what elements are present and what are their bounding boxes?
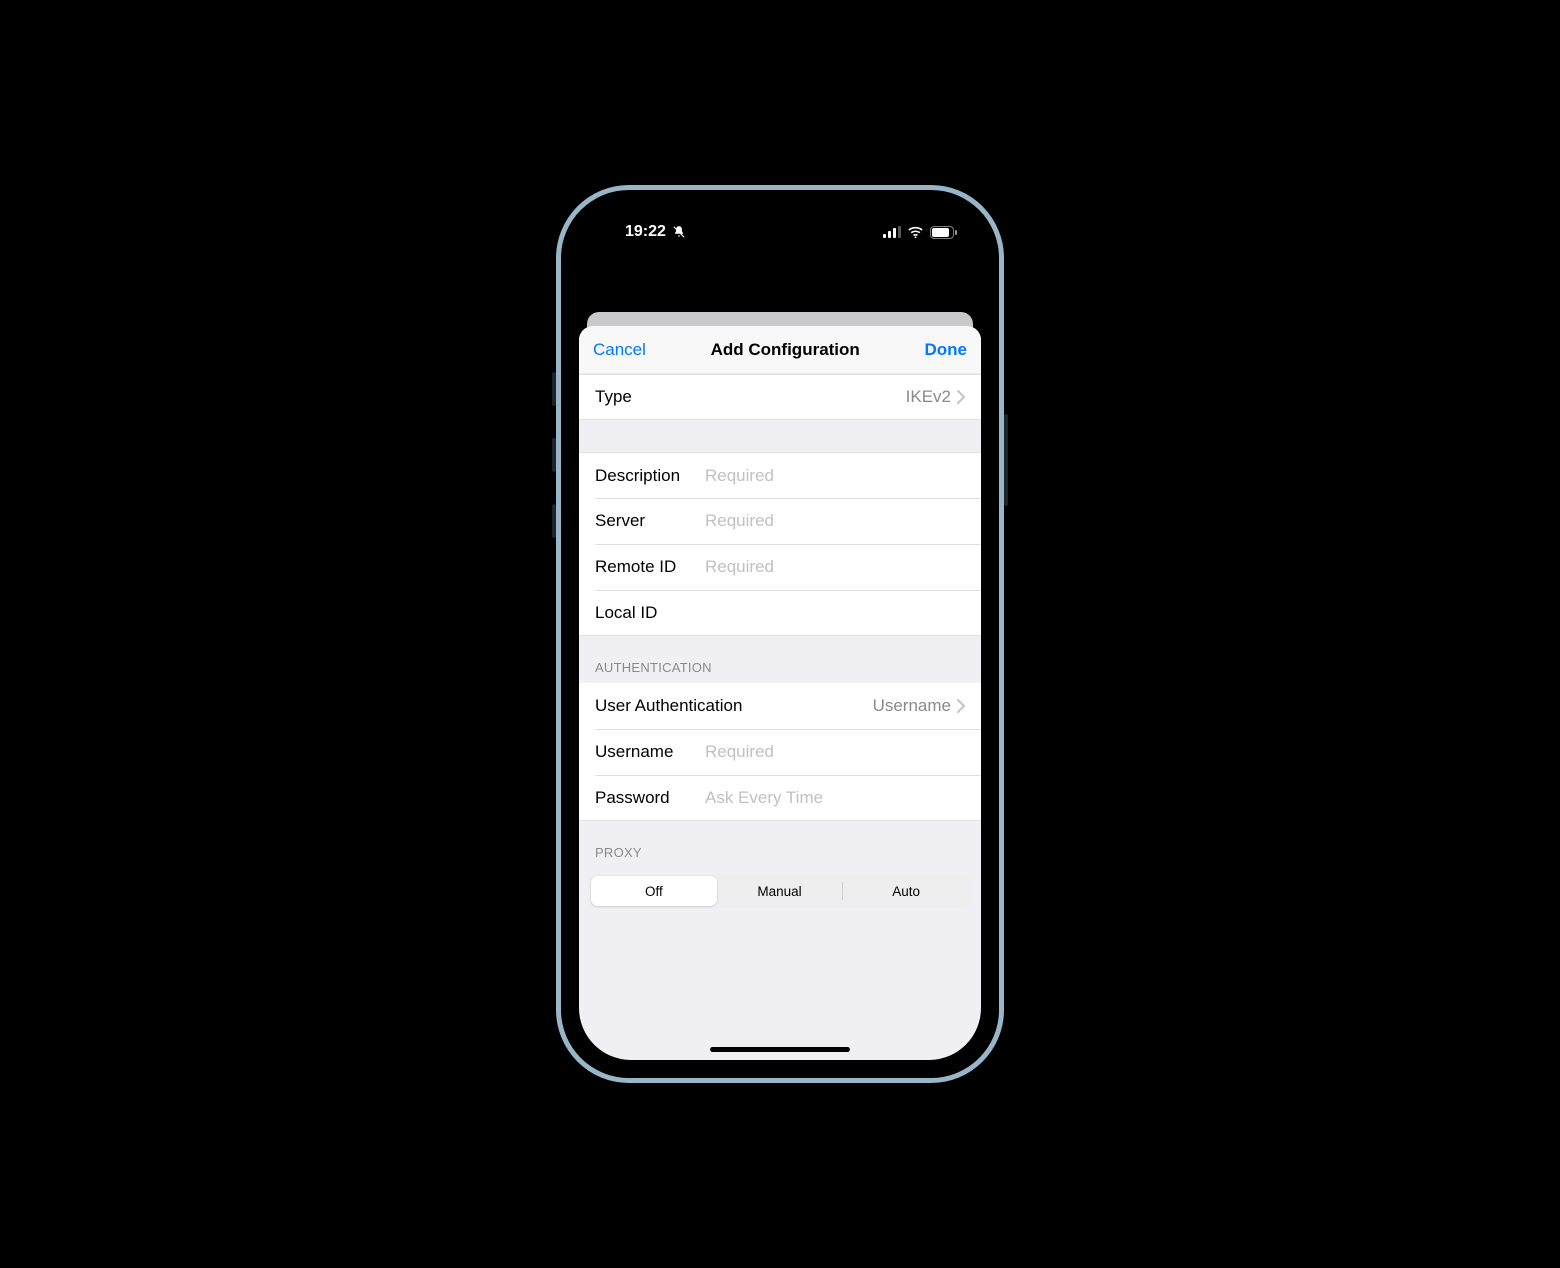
local-id-label: Local ID xyxy=(595,603,697,623)
group-proxy: Proxy Off Manual Auto xyxy=(579,821,981,908)
row-user-authentication[interactable]: User Authentication Username xyxy=(579,683,981,729)
form-table: Type IKEv2 Description xyxy=(579,374,981,908)
row-remote-id[interactable]: Remote ID xyxy=(579,544,981,590)
username-input[interactable] xyxy=(705,742,965,762)
battery-icon xyxy=(930,226,957,239)
type-label: Type xyxy=(595,387,632,407)
auth-header: Authentication xyxy=(579,636,981,683)
proxy-seg-manual[interactable]: Manual xyxy=(717,876,843,906)
username-label: Username xyxy=(595,742,697,762)
password-input[interactable] xyxy=(705,788,965,808)
row-username[interactable]: Username xyxy=(579,729,981,775)
description-input[interactable] xyxy=(705,466,965,486)
modal-sheet: Cancel Add Configuration Done Type IKEv2 xyxy=(579,326,981,1060)
page-title: Add Configuration xyxy=(711,340,860,360)
chevron-right-icon xyxy=(957,390,965,404)
remote-id-input[interactable] xyxy=(705,557,965,577)
proxy-seg-off[interactable]: Off xyxy=(591,876,717,906)
row-type[interactable]: Type IKEv2 xyxy=(579,374,981,420)
row-local-id[interactable]: Local ID xyxy=(579,590,981,636)
done-button[interactable]: Done xyxy=(925,340,968,360)
chevron-right-icon xyxy=(957,699,965,713)
phone-frame: 19:22 xyxy=(565,194,995,1074)
description-label: Description xyxy=(595,466,697,486)
remote-id-label: Remote ID xyxy=(595,557,697,577)
group-authentication: Authentication User Authentication Usern… xyxy=(579,636,981,821)
type-value: IKEv2 xyxy=(906,387,951,407)
local-id-input[interactable] xyxy=(705,603,965,623)
nav-bar: Cancel Add Configuration Done xyxy=(579,326,981,374)
proxy-seg-auto[interactable]: Auto xyxy=(843,876,969,906)
row-password[interactable]: Password xyxy=(579,775,981,821)
server-label: Server xyxy=(595,511,697,531)
status-time: 19:22 xyxy=(625,223,666,241)
user-auth-value: Username xyxy=(873,696,951,716)
proxy-header: Proxy xyxy=(579,821,981,868)
password-label: Password xyxy=(595,788,697,808)
group-type: Type IKEv2 xyxy=(579,374,981,420)
home-indicator[interactable] xyxy=(710,1047,850,1052)
proxy-segmented[interactable]: Off Manual Auto xyxy=(589,874,971,908)
cancel-button[interactable]: Cancel xyxy=(593,340,646,360)
bell-slash-icon xyxy=(672,225,686,239)
notch xyxy=(695,208,865,236)
user-auth-label: User Authentication xyxy=(595,696,742,716)
server-input[interactable] xyxy=(705,511,965,531)
wifi-icon xyxy=(907,226,924,238)
row-description[interactable]: Description xyxy=(579,452,981,498)
sheet-backdrop: Cancel Add Configuration Done Type IKEv2 xyxy=(579,256,981,1060)
screen: 19:22 xyxy=(579,208,981,1060)
cellular-icon xyxy=(883,226,901,238)
group-connection: Description Server Remote ID xyxy=(579,452,981,636)
row-server[interactable]: Server xyxy=(579,498,981,544)
